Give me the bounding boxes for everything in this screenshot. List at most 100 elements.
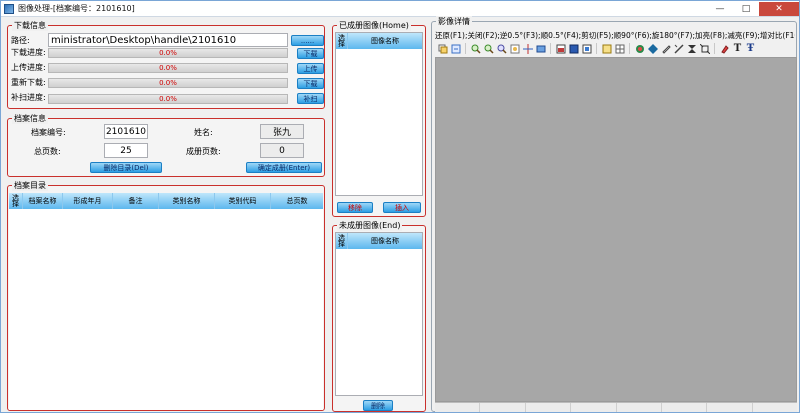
- unbound-images-group: 未成册图像(End) 选择 图像名称 删除: [332, 220, 426, 412]
- col-remark[interactable]: 备注: [113, 193, 159, 209]
- fill-icon[interactable]: [660, 43, 671, 54]
- path-input[interactable]: ministrator\Desktop\handle\2101610: [48, 33, 288, 47]
- archive-number-field[interactable]: 2101610: [104, 124, 148, 139]
- contrast-icon[interactable]: [581, 43, 592, 54]
- toolbar-separator: [629, 43, 630, 54]
- levels-icon[interactable]: [601, 43, 612, 54]
- volume-pages-field[interactable]: 0: [260, 143, 304, 158]
- download-button[interactable]: 下载: [297, 48, 324, 59]
- fit-page-icon[interactable]: [509, 43, 520, 54]
- bound-images-list: 选择 图像名称: [335, 32, 423, 196]
- archive-number-label: 档案编号:: [31, 128, 66, 137]
- total-pages-label: 总页数:: [34, 147, 61, 156]
- status-cell: [616, 403, 662, 412]
- delete-image-button[interactable]: 删除: [363, 400, 393, 411]
- col-image-name[interactable]: 图像名称: [348, 233, 422, 249]
- grid-icon[interactable]: [614, 43, 625, 54]
- col-category-name[interactable]: 类别名称: [159, 193, 215, 209]
- minimize-icon[interactable]: —: [707, 2, 733, 16]
- col-image-name[interactable]: 图像名称: [348, 33, 422, 49]
- delete-catalog-button[interactable]: 删除目录(Del): [90, 162, 162, 173]
- crop-icon[interactable]: [634, 43, 645, 54]
- status-cell: [661, 403, 708, 412]
- zoom-in-icon[interactable]: [470, 43, 481, 54]
- unbound-images-list: 选择 图像名称: [335, 232, 423, 396]
- status-cell: [480, 403, 526, 412]
- toolbar-separator: [714, 43, 715, 54]
- path-label: 路径:: [11, 36, 30, 45]
- status-cell: [435, 403, 481, 412]
- maximize-icon[interactable]: □: [733, 2, 759, 16]
- move-icon[interactable]: [522, 43, 533, 54]
- rescan-progress-bar: 0.0%: [48, 94, 288, 104]
- title-bar: 图像处理-[档案编号：2101610] — □ ✕: [1, 1, 799, 17]
- upload-button[interactable]: 上传: [297, 63, 324, 74]
- download-legend: 下载信息: [12, 20, 48, 31]
- col-select[interactable]: 选择: [9, 193, 23, 209]
- status-cell: [707, 403, 753, 412]
- browse-button[interactable]: ......: [291, 35, 324, 46]
- redownload-progress-bar: 0.0%: [48, 78, 288, 88]
- name-label: 姓名:: [194, 128, 213, 137]
- remove-button[interactable]: 移除: [337, 202, 373, 213]
- app-icon: [4, 3, 14, 14]
- insert-button[interactable]: 插入: [383, 202, 421, 213]
- download-progress-label: 下载进度:: [11, 48, 46, 57]
- resize-icon[interactable]: [699, 43, 710, 54]
- rescan-button[interactable]: 补扫: [297, 93, 324, 104]
- zoom-out-icon[interactable]: [483, 43, 494, 54]
- name-field[interactable]: 张九: [260, 124, 304, 139]
- catalog-table-header: 选择 档案名称 形成年月 备注 类别名称 类别代码 总页数: [9, 193, 323, 209]
- redownload-button[interactable]: 下载: [297, 78, 324, 89]
- redownload-label: 重新下载:: [11, 78, 46, 87]
- confirm-volume-button[interactable]: 确定成册(Enter): [246, 162, 322, 173]
- upload-progress-label: 上传进度:: [11, 63, 46, 72]
- upload-progress-bar: 0.0%: [48, 63, 288, 73]
- status-bar: [435, 402, 797, 412]
- image-toolbar: T Ŧ: [437, 43, 756, 54]
- app-window: 图像处理-[档案编号：2101610] — □ ✕ 下载信息 路径: minis…: [0, 0, 800, 413]
- brush-icon[interactable]: [719, 43, 730, 54]
- color-icon[interactable]: [647, 43, 658, 54]
- text-bold-icon[interactable]: Ŧ: [745, 43, 756, 54]
- status-cell: [525, 403, 572, 412]
- volume-pages-label: 成册页数:: [186, 147, 221, 156]
- col-select[interactable]: 选择: [336, 33, 348, 49]
- download-group: 下载信息 路径: ministrator\Desktop\handle\2101…: [7, 20, 325, 109]
- bound-images-header: 选择 图像名称: [336, 33, 422, 49]
- catalog-legend: 档案目录: [12, 180, 48, 191]
- text-icon[interactable]: T: [732, 43, 743, 54]
- unbound-images-legend: 未成册图像(End): [337, 220, 403, 231]
- select-icon[interactable]: [450, 43, 461, 54]
- col-total-pages[interactable]: 总页数: [271, 193, 323, 209]
- bound-images-legend: 已成册图像(Home): [337, 20, 411, 31]
- rotate-left-icon[interactable]: [535, 43, 546, 54]
- toolbar-separator: [465, 43, 466, 54]
- catalog-table: 选择 档案名称 形成年月 备注 类别名称 类别代码 总页数: [9, 193, 323, 410]
- catalog-group: 档案目录 选择 档案名称 形成年月 备注 类别名称 类别代码 总页数: [7, 180, 325, 411]
- total-pages-field[interactable]: 25: [104, 143, 148, 158]
- flip-icon[interactable]: [686, 43, 697, 54]
- col-formed-date[interactable]: 形成年月: [63, 193, 113, 209]
- rescan-progress-label: 补扫进度:: [11, 93, 46, 102]
- rotate-right-icon[interactable]: [555, 43, 566, 54]
- close-icon[interactable]: ✕: [759, 1, 799, 16]
- archive-legend: 档案信息: [12, 113, 48, 124]
- col-category-code[interactable]: 类别代码: [215, 193, 271, 209]
- copy-icon[interactable]: [437, 43, 448, 54]
- download-progress-bar: 0.0%: [48, 48, 288, 58]
- image-canvas[interactable]: [435, 57, 797, 402]
- col-archive-name[interactable]: 档案名称: [23, 193, 63, 209]
- status-cell: [571, 403, 617, 412]
- unbound-images-header: 选择 图像名称: [336, 233, 422, 249]
- zoom-fit-icon[interactable]: [496, 43, 507, 54]
- archive-group: 档案信息 档案编号: 2101610 姓名: 张九 总页数: 25 成册页数: …: [7, 113, 325, 177]
- bound-images-group: 已成册图像(Home) 选择 图像名称 移除 插入: [332, 20, 426, 217]
- image-icon[interactable]: [568, 43, 579, 54]
- toolbar-separator: [550, 43, 551, 54]
- status-cell: [752, 403, 797, 412]
- toolbar-separator: [596, 43, 597, 54]
- pencil-icon[interactable]: [673, 43, 684, 54]
- shortcut-hints: 还原(F1);关闭(F2);逆0.5°(F3);顺0.5°(F4);剪切(F5)…: [435, 31, 795, 40]
- col-select[interactable]: 选择: [336, 233, 348, 249]
